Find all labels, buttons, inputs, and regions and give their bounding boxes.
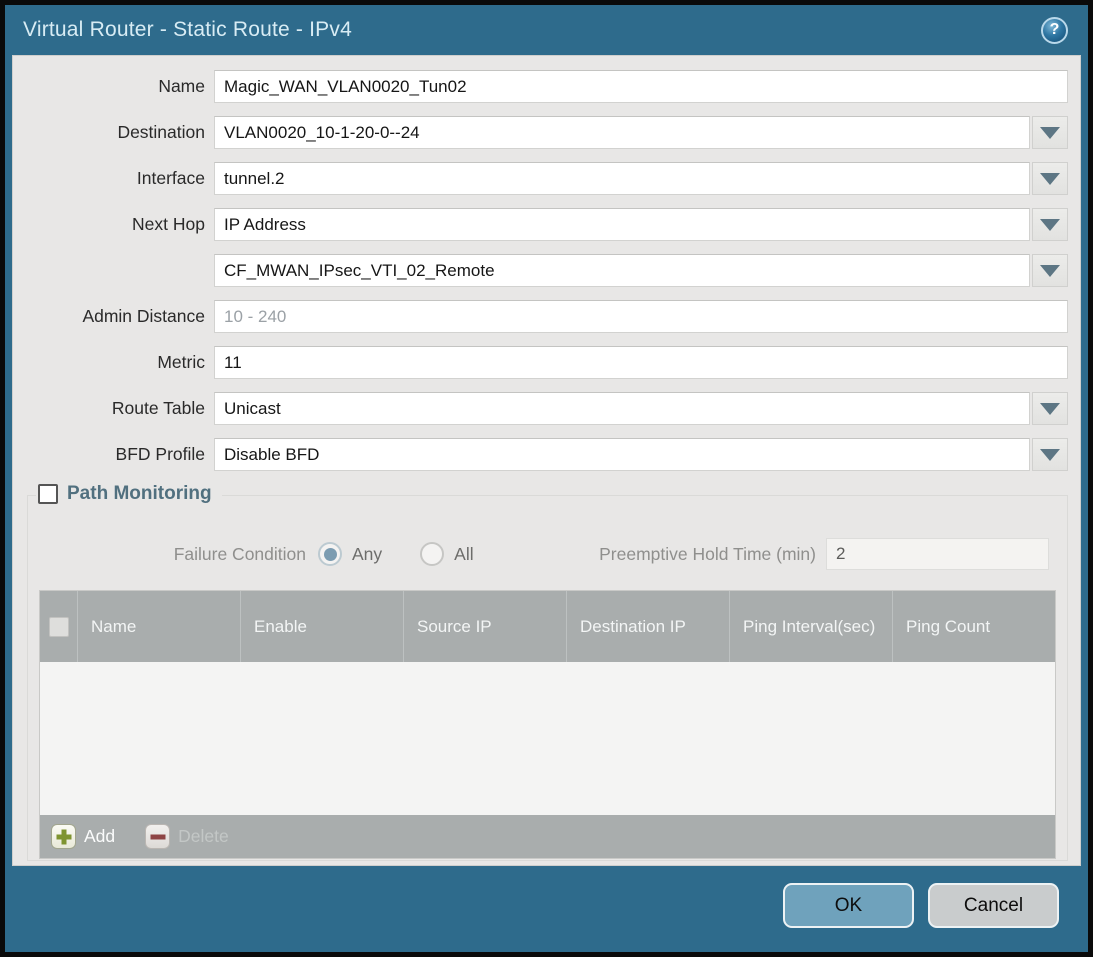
- interface-label: Interface: [13, 168, 214, 189]
- path-monitoring-checkbox[interactable]: [38, 484, 58, 504]
- help-icon[interactable]: ?: [1041, 17, 1068, 44]
- titlebar: Virtual Router - Static Route - IPv4 ?: [5, 5, 1088, 55]
- dialog-footer: OK Cancel: [5, 866, 1088, 952]
- column-header-name[interactable]: Name: [77, 591, 240, 662]
- next-hop-address-dropdown-button[interactable]: [1032, 254, 1068, 287]
- chevron-down-icon: [1040, 173, 1060, 185]
- radio-option-any[interactable]: Any: [318, 542, 382, 566]
- radio-dot: [324, 548, 337, 561]
- select-all-checkbox[interactable]: [49, 617, 69, 637]
- form-panel: Name Destination Interface: [12, 55, 1081, 866]
- table-header: Name Enable Source IP Destination IP Pin…: [40, 591, 1055, 662]
- chevron-down-icon: [1040, 127, 1060, 139]
- form-row-metric: Metric: [13, 346, 1068, 379]
- metric-input[interactable]: [214, 346, 1068, 379]
- add-button-label: Add: [84, 826, 115, 847]
- metric-label: Metric: [13, 352, 214, 373]
- next-hop-address-input[interactable]: [214, 254, 1030, 287]
- chevron-down-icon: [1040, 449, 1060, 461]
- bfd-profile-label: BFD Profile: [13, 444, 214, 465]
- delete-button[interactable]: Delete: [145, 824, 229, 849]
- form-row-name: Name: [13, 70, 1068, 103]
- static-route-dialog: Virtual Router - Static Route - IPv4 ? N…: [5, 5, 1088, 952]
- cancel-button[interactable]: Cancel: [928, 883, 1059, 928]
- dialog-frame: Virtual Router - Static Route - IPv4 ? N…: [0, 0, 1093, 957]
- destination-dropdown-button[interactable]: [1032, 116, 1068, 149]
- interface-input[interactable]: [214, 162, 1030, 195]
- preemptive-hold-time-label: Preemptive Hold Time (min): [599, 544, 816, 565]
- form-row-next-hop-address: [13, 254, 1068, 287]
- chevron-down-icon: [1040, 265, 1060, 277]
- form-row-admin-distance: Admin Distance: [13, 300, 1068, 333]
- delete-button-label: Delete: [178, 826, 229, 847]
- chevron-down-icon: [1040, 219, 1060, 231]
- column-header-ping-count[interactable]: Ping Count: [892, 591, 1055, 662]
- route-table-dropdown-button[interactable]: [1032, 392, 1068, 425]
- next-hop-dropdown-button[interactable]: [1032, 208, 1068, 241]
- form-row-route-table: Route Table: [13, 392, 1068, 425]
- interface-dropdown-button[interactable]: [1032, 162, 1068, 195]
- dialog-title: Virtual Router - Static Route - IPv4: [23, 18, 1041, 42]
- table-toolbar: Add Delete: [40, 815, 1055, 858]
- column-header-enable[interactable]: Enable: [240, 591, 403, 662]
- route-table-input[interactable]: [214, 392, 1030, 425]
- radio-any-label: Any: [352, 544, 382, 565]
- delete-icon: [145, 824, 170, 849]
- ok-button[interactable]: OK: [783, 883, 914, 928]
- failure-condition-label: Failure Condition: [28, 544, 306, 565]
- bfd-profile-input[interactable]: [214, 438, 1030, 471]
- next-hop-label: Next Hop: [13, 214, 214, 235]
- destination-input[interactable]: [214, 116, 1030, 149]
- admin-distance-label: Admin Distance: [13, 306, 214, 327]
- table-body-empty: [40, 662, 1055, 815]
- radio-all[interactable]: [420, 542, 444, 566]
- chevron-down-icon: [1040, 403, 1060, 415]
- failure-condition-row: Failure Condition Any All Preemptive Hol…: [28, 538, 1067, 570]
- path-monitoring-title: Path Monitoring: [67, 483, 212, 505]
- radio-option-all[interactable]: All: [420, 542, 473, 566]
- column-header-ping-interval[interactable]: Ping Interval(sec): [729, 591, 892, 662]
- bfd-profile-dropdown-button[interactable]: [1032, 438, 1068, 471]
- name-label: Name: [13, 76, 214, 97]
- add-button[interactable]: Add: [51, 824, 115, 849]
- radio-all-label: All: [454, 544, 473, 565]
- column-header-source-ip[interactable]: Source IP: [403, 591, 566, 662]
- name-input[interactable]: [214, 70, 1068, 103]
- path-monitoring-table: Name Enable Source IP Destination IP Pin…: [39, 590, 1056, 859]
- select-all-cell: [40, 591, 77, 662]
- route-table-label: Route Table: [13, 398, 214, 419]
- form-row-bfd-profile: BFD Profile: [13, 438, 1068, 471]
- form-row-interface: Interface: [13, 162, 1068, 195]
- form-row-destination: Destination: [13, 116, 1068, 149]
- add-icon: [51, 824, 76, 849]
- radio-any[interactable]: [318, 542, 342, 566]
- destination-label: Destination: [13, 122, 214, 143]
- admin-distance-input[interactable]: [214, 300, 1068, 333]
- preemptive-hold-time-input[interactable]: [826, 538, 1049, 570]
- form-row-next-hop: Next Hop: [13, 208, 1068, 241]
- next-hop-type-input[interactable]: [214, 208, 1030, 241]
- path-monitoring-section: Path Monitoring Failure Condition Any Al…: [27, 495, 1068, 861]
- path-monitoring-legend: Path Monitoring: [36, 483, 222, 505]
- column-header-destination-ip[interactable]: Destination IP: [566, 591, 729, 662]
